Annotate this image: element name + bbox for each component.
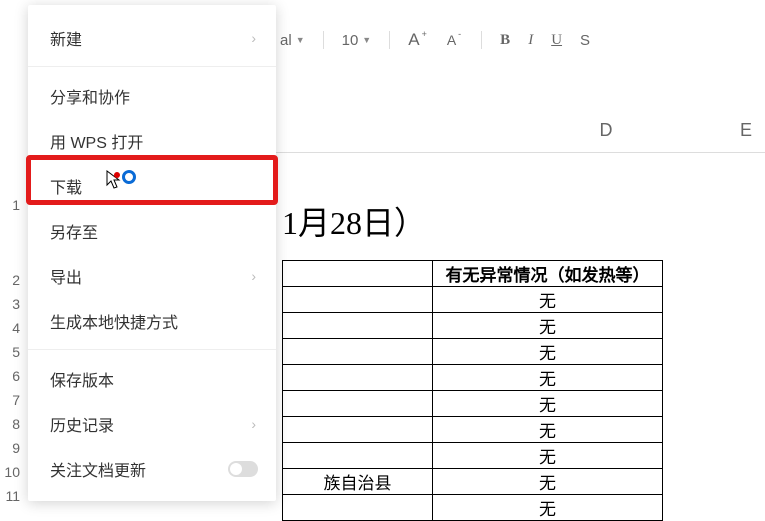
caret-down-icon: ▼: [296, 35, 305, 45]
table-row: 族自治县无: [283, 469, 663, 495]
table-row: 无: [283, 417, 663, 443]
toggle-switch[interactable]: [228, 461, 258, 477]
table-row: 无: [283, 313, 663, 339]
menu-item-share[interactable]: 分享和协作: [28, 73, 276, 118]
row-header[interactable]: 8: [0, 412, 24, 436]
cell-value[interactable]: 无: [433, 495, 663, 521]
cell-value[interactable]: 无: [433, 417, 663, 443]
row-header-gutter: 1 2 3 4 5 6 7 8 9 10 11: [0, 195, 24, 508]
row-header[interactable]: 7: [0, 388, 24, 412]
table-row: 无: [283, 287, 663, 313]
menu-label: 生成本地快捷方式: [50, 309, 178, 333]
cell-value[interactable]: 无: [433, 365, 663, 391]
menu-label: 历史记录: [50, 412, 114, 436]
table-row: 无: [283, 443, 663, 469]
font-family-dropdown[interactable]: al ▼: [280, 32, 305, 49]
row-header[interactable]: 1: [0, 195, 24, 268]
separator: [323, 31, 324, 49]
separator: [389, 31, 390, 49]
table-row: 无: [283, 495, 663, 521]
menu-label: 用 WPS 打开: [50, 129, 143, 153]
chevron-right-icon: ›: [251, 30, 256, 46]
font-size-value: 10: [342, 32, 359, 49]
chevron-right-icon: ›: [251, 416, 256, 432]
menu-divider: [28, 66, 276, 67]
table-header-col2: 有无异常情况（如发热等）: [433, 261, 663, 287]
menu-label: 新建: [50, 26, 82, 50]
menu-label: 另存至: [50, 219, 98, 243]
menu-item-download[interactable]: 下载: [28, 163, 276, 208]
menu-label: 保存版本: [50, 367, 114, 391]
cell-value[interactable]: 无: [433, 469, 663, 495]
underline-button[interactable]: U: [551, 32, 562, 49]
separator: [481, 31, 482, 49]
column-header-e[interactable]: E: [706, 110, 765, 150]
cell-value[interactable]: 无: [433, 391, 663, 417]
table-header-col1: [283, 261, 433, 287]
cell-value[interactable]: 无: [433, 287, 663, 313]
cell-value[interactable]: 无: [433, 339, 663, 365]
menu-divider: [28, 349, 276, 350]
menu-label: 关注文档更新: [50, 457, 146, 481]
chevron-right-icon: ›: [251, 268, 256, 284]
table-row: 无: [283, 339, 663, 365]
menu-item-export[interactable]: 导出 ›: [28, 253, 276, 298]
font-size-dropdown[interactable]: 10 ▼: [342, 32, 372, 49]
italic-button[interactable]: I: [528, 32, 533, 49]
menu-item-open-wps[interactable]: 用 WPS 打开: [28, 118, 276, 163]
menu-label: 分享和协作: [50, 84, 130, 108]
menu-item-new[interactable]: 新建 ›: [28, 15, 276, 60]
menu-label: 下载: [50, 174, 82, 198]
cell-col1-fragment[interactable]: 族自治县: [283, 469, 433, 495]
table-row: 无: [283, 365, 663, 391]
caret-down-icon: ▼: [362, 35, 371, 45]
menu-item-follow-updates[interactable]: 关注文档更新: [28, 446, 276, 491]
menu-item-save-version[interactable]: 保存版本: [28, 356, 276, 401]
menu-item-save-as[interactable]: 另存至: [28, 208, 276, 253]
table-row: 无: [283, 391, 663, 417]
file-menu-dropdown: 新建 › 分享和协作 用 WPS 打开 下载 另存至 导出 › 生成本地快捷方式…: [28, 5, 276, 501]
menu-label: 导出: [50, 264, 82, 288]
column-header-d[interactable]: D: [546, 110, 666, 150]
decrease-font-button[interactable]: A-: [447, 32, 463, 48]
font-family-partial: al: [280, 32, 292, 49]
title-cell-fragment[interactable]: 1月28日）: [282, 198, 426, 244]
row-header[interactable]: 4: [0, 316, 24, 340]
cell-value[interactable]: 无: [433, 443, 663, 469]
row-header[interactable]: 5: [0, 340, 24, 364]
increase-font-button[interactable]: A+: [408, 30, 429, 50]
cell-value[interactable]: 无: [433, 313, 663, 339]
grid-line: [276, 152, 765, 153]
bold-button[interactable]: B: [500, 32, 510, 49]
menu-item-history[interactable]: 历史记录 ›: [28, 401, 276, 446]
row-header[interactable]: 10: [0, 460, 24, 484]
row-header[interactable]: 6: [0, 364, 24, 388]
row-header[interactable]: 9: [0, 436, 24, 460]
row-header[interactable]: 2: [0, 268, 24, 292]
row-header[interactable]: 3: [0, 292, 24, 316]
row-header[interactable]: 11: [0, 484, 24, 508]
data-table: 有无异常情况（如发热等） 无 无 无 无 无 无 无 族自治县无 无: [282, 260, 663, 521]
formatting-toolbar: al ▼ 10 ▼ A+ A- B I U S: [280, 20, 765, 60]
strikethrough-button[interactable]: S: [580, 32, 590, 49]
menu-item-create-shortcut[interactable]: 生成本地快捷方式: [28, 298, 276, 343]
